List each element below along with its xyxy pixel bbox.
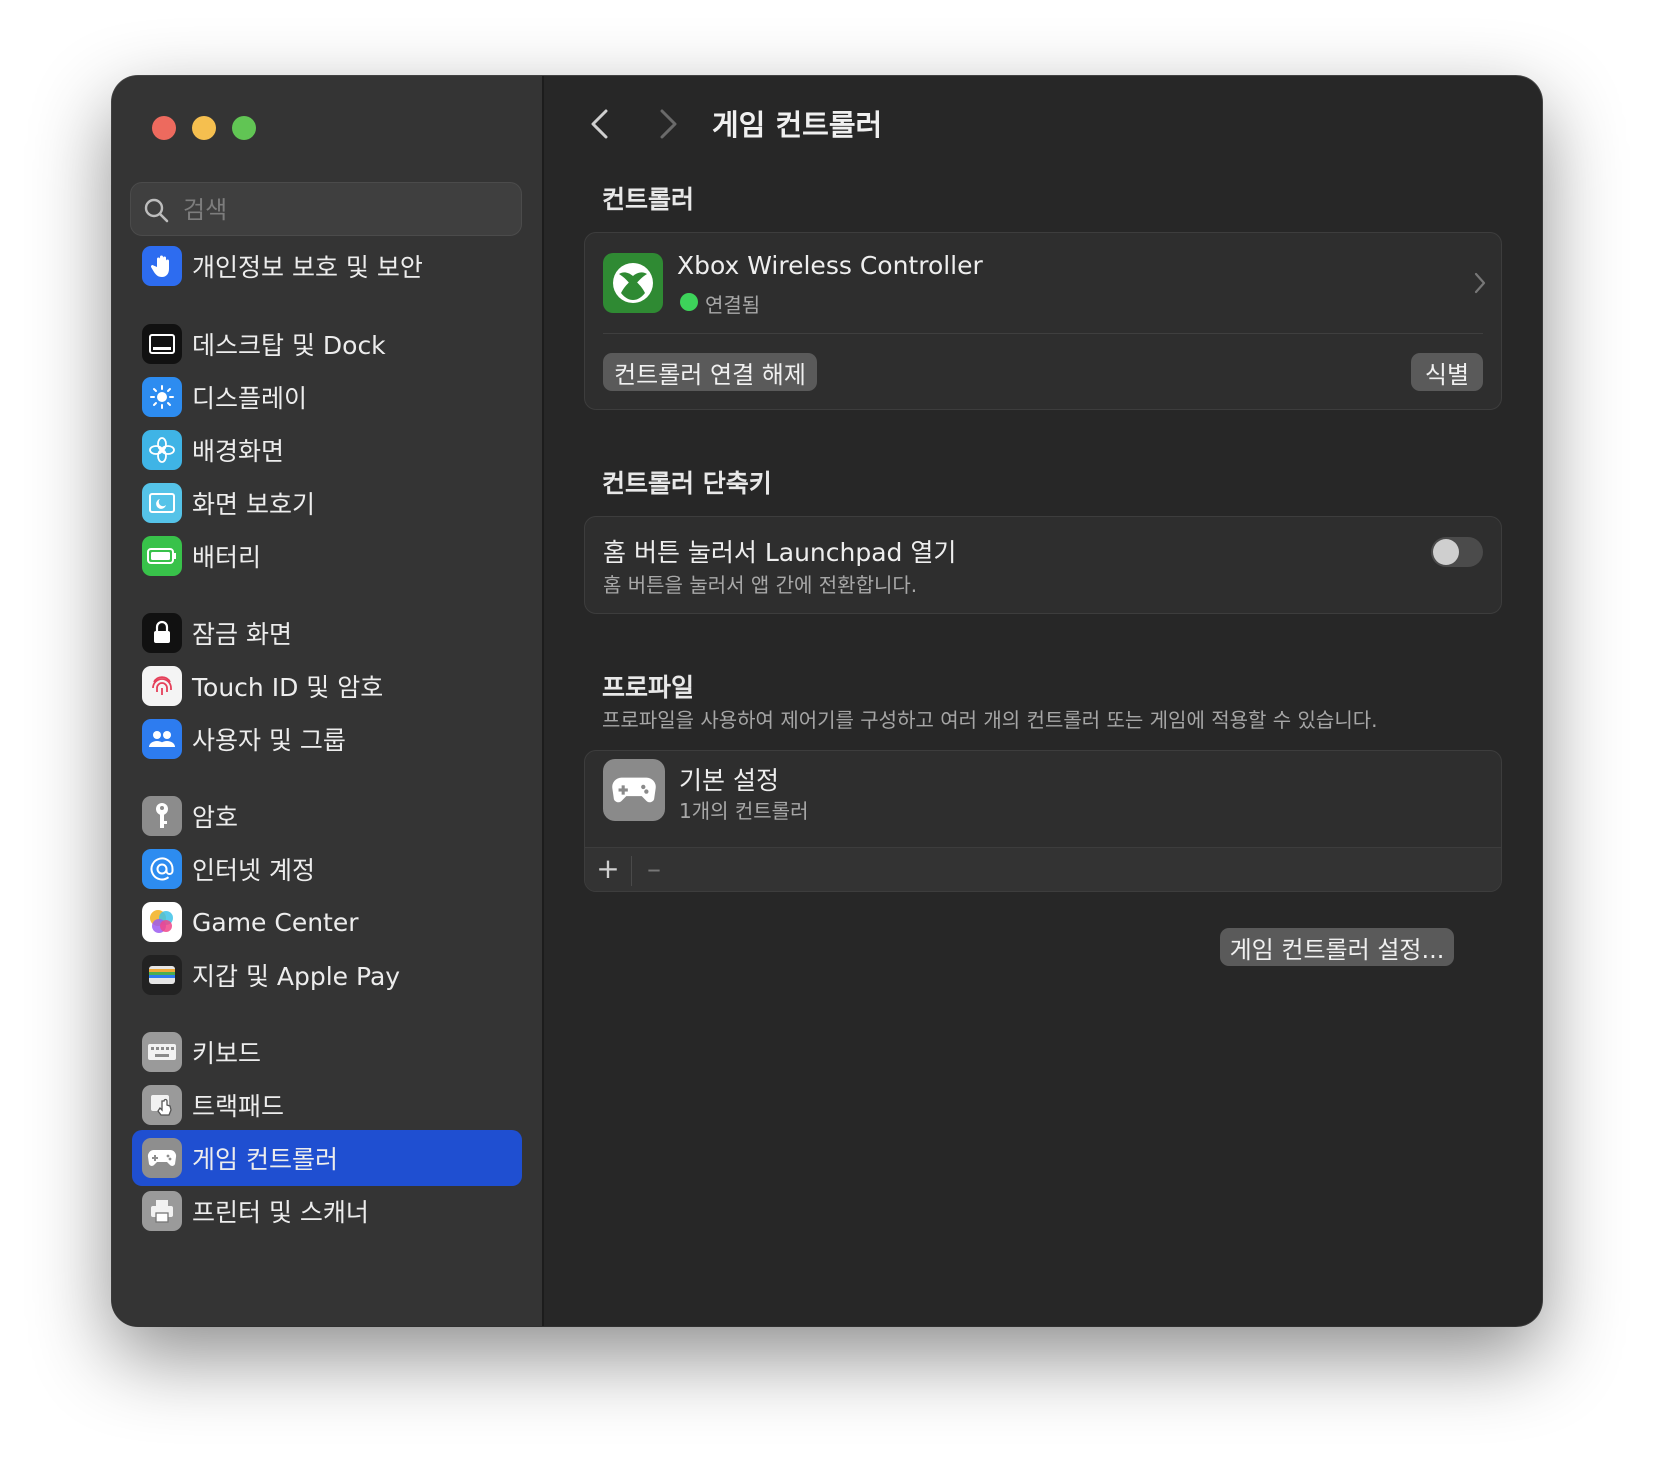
shortcuts-section-title: 컨트롤러 단축키 [602, 469, 772, 498]
sidebar-item-desktop-dock[interactable]: 데스크탑 및 Dock [132, 316, 522, 372]
sidebar-item-label: 데스크탑 및 Dock [192, 331, 386, 360]
game-center-icon [142, 902, 182, 942]
disconnect-controller-button[interactable]: 컨트롤러 연결 해제 [603, 353, 817, 391]
sidebar-item-label: Touch ID 및 암호 [192, 673, 384, 702]
sidebar-item-label: 화면 보호기 [192, 490, 315, 519]
list-item[interactable]: 기본 설정 1개의 컨트롤러 [585, 751, 1501, 847]
sidebar-item-label: 사용자 및 그룹 [192, 726, 346, 755]
shortcut-title: 홈 버튼 눌러서 Launchpad 열기 [603, 538, 957, 567]
connected-status-icon [680, 293, 698, 311]
sidebar-item-label: 게임 컨트롤러 [192, 1145, 338, 1174]
sidebar-item-wallet[interactable]: 지갑 및 Apple Pay [132, 947, 522, 1003]
sun-icon [142, 377, 182, 417]
sidebar-item-label: 트랙패드 [192, 1092, 285, 1121]
gamepad-icon [142, 1138, 182, 1178]
sidebar-item-users-groups[interactable]: 사용자 및 그룹 [132, 711, 522, 767]
shortcut-description: 홈 버튼을 눌러서 앱 간에 전환합니다. [603, 573, 918, 597]
sidebar-item-lock-screen[interactable]: 잠금 화면 [132, 605, 522, 661]
zoom-button[interactable] [232, 116, 256, 140]
launchpad-toggle[interactable] [1431, 537, 1483, 567]
sidebar-item-keyboard[interactable]: 키보드 [132, 1024, 522, 1080]
game-controller-settings-button[interactable]: 게임 컨트롤러 설정... [1220, 928, 1454, 966]
hand-icon [142, 246, 182, 286]
sidebar-item-trackpad[interactable]: 트랙패드 [132, 1077, 522, 1133]
controller-status: 연결됨 [705, 293, 761, 317]
toggle-knob [1433, 539, 1459, 565]
sidebar-item-touch-id[interactable]: Touch ID 및 암호 [132, 658, 522, 714]
trackpad-icon [142, 1085, 182, 1125]
content-pane: 게임 컨트롤러 컨트롤러 Xbox Wireless Controller 연결… [544, 76, 1542, 1326]
fingerprint-icon [142, 666, 182, 706]
sidebar-item-passwords[interactable]: 암호 [132, 788, 522, 844]
controller-name: Xbox Wireless Controller [677, 251, 983, 280]
sidebar-item-label: 인터넷 계정 [192, 856, 315, 885]
sidebar-item-label: 프린터 및 스캐너 [192, 1198, 369, 1227]
users-icon [142, 719, 182, 759]
close-button[interactable] [152, 116, 176, 140]
sidebar-item-game-controllers[interactable]: 게임 컨트롤러 [132, 1130, 522, 1186]
controller-card: Xbox Wireless Controller 연결됨 컨트롤러 연결 해제 … [584, 232, 1502, 410]
search-field[interactable] [130, 182, 522, 237]
profiles-toolbar: + – [585, 847, 1501, 891]
printer-icon [142, 1191, 182, 1231]
identify-button[interactable]: 식별 [1411, 353, 1483, 391]
at-icon [142, 849, 182, 889]
sidebar-item-label: 배터리 [192, 543, 262, 572]
sidebar-item-battery[interactable]: 배터리 [132, 528, 522, 584]
profile-count: 1개의 컨트롤러 [679, 799, 809, 823]
battery-icon [142, 536, 182, 576]
sidebar-item-display[interactable]: 디스플레이 [132, 369, 522, 425]
search-input[interactable] [181, 183, 515, 237]
back-button[interactable] [584, 106, 616, 142]
flower-icon [142, 430, 182, 470]
profiles-section-title: 프로파일 [602, 673, 695, 702]
sidebar-item-wallpaper[interactable]: 배경화면 [132, 422, 522, 478]
profiles-card: 기본 설정 1개의 컨트롤러 + – [584, 750, 1502, 892]
xbox-icon [603, 253, 663, 313]
sidebar-item-privacy[interactable]: 개인정보 보호 및 보안 [132, 238, 522, 294]
sidebar-item-printers-scanners[interactable]: 프린터 및 스캐너 [132, 1183, 522, 1239]
sidebar: 개인정보 보호 및 보안 데스크탑 및 Dock 디스플레이 배경화면 화면 보 [112, 76, 544, 1326]
sidebar-item-screensaver[interactable]: 화면 보호기 [132, 475, 522, 531]
controllers-section-title: 컨트롤러 [602, 185, 695, 214]
forward-button[interactable] [652, 106, 684, 142]
keyboard-icon [142, 1032, 182, 1072]
toolbar-divider [631, 856, 632, 886]
wallet-icon [142, 955, 182, 995]
sidebar-item-label: 배경화면 [192, 437, 285, 466]
window-controls [152, 116, 256, 140]
search-icon [143, 197, 169, 227]
screensaver-icon [142, 483, 182, 523]
gamepad-icon [603, 759, 665, 821]
settings-window: 개인정보 보호 및 보안 데스크탑 및 Dock 디스플레이 배경화면 화면 보 [112, 76, 1542, 1326]
profile-name: 기본 설정 [679, 766, 779, 795]
controller-row[interactable]: Xbox Wireless Controller 연결됨 [585, 233, 1501, 333]
sidebar-item-game-center[interactable]: Game Center [132, 894, 522, 950]
sidebar-item-label: 키보드 [192, 1039, 262, 1068]
divider [603, 333, 1483, 334]
sidebar-item-label: 잠금 화면 [192, 620, 292, 649]
sidebar-item-label: Game Center [192, 907, 359, 937]
sidebar-item-label: 암호 [192, 803, 239, 832]
page-title: 게임 컨트롤러 [712, 108, 883, 142]
dock-icon [142, 324, 182, 364]
shortcut-card: 홈 버튼 눌러서 Launchpad 열기 홈 버튼을 눌러서 앱 간에 전환합… [584, 516, 1502, 614]
profiles-description: 프로파일을 사용하여 제어기를 구성하고 여러 개의 컨트롤러 또는 게임에 적… [602, 708, 1378, 732]
add-profile-button[interactable]: + [595, 852, 621, 885]
minimize-button[interactable] [192, 116, 216, 140]
chevron-right-icon [1473, 271, 1487, 299]
key-icon [142, 796, 182, 836]
sidebar-item-label: 지갑 및 Apple Pay [192, 962, 401, 991]
remove-profile-button[interactable]: – [641, 852, 667, 885]
sidebar-item-internet-accounts[interactable]: 인터넷 계정 [132, 841, 522, 897]
sidebar-item-label: 개인정보 보호 및 보안 [192, 253, 423, 282]
sidebar-item-label: 디스플레이 [192, 384, 308, 413]
lock-icon [142, 613, 182, 653]
